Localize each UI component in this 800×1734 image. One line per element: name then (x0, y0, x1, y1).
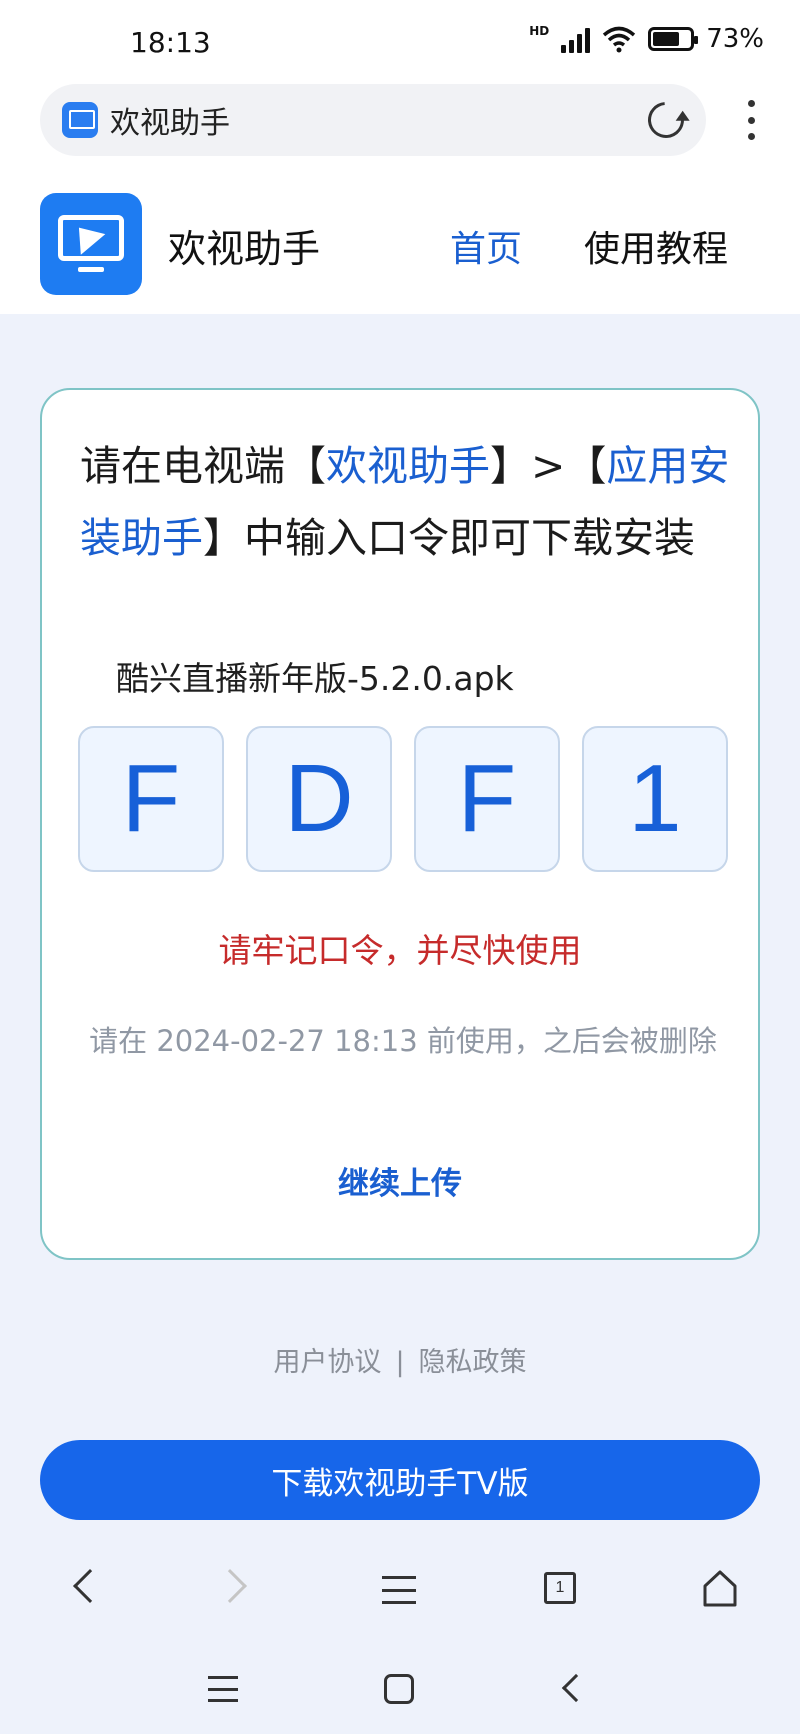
user-agreement-link[interactable]: 用户协议 (273, 1347, 381, 1378)
forward-icon[interactable] (213, 1566, 262, 1614)
system-nav-bar (0, 1640, 800, 1734)
tab-count: 1 (544, 1572, 576, 1604)
back-icon[interactable] (60, 1566, 108, 1614)
code-row: F D F 1 (78, 726, 728, 874)
site-name: 欢视助手 (168, 227, 321, 271)
tabs-icon[interactable]: 1 (536, 1566, 584, 1614)
battery-percent: 73% (706, 24, 764, 54)
nav-tutorial-link[interactable]: 使用教程 (584, 220, 728, 272)
nav-home-link[interactable]: 首页 (450, 220, 522, 272)
system-home-icon[interactable] (378, 1670, 418, 1710)
site-favicon-icon (62, 102, 98, 138)
site-header: 欢视助手 首页 使用教程 (0, 160, 800, 314)
footer-separator: | (395, 1347, 405, 1378)
browser-bar: 欢视助手 (0, 80, 800, 160)
instruction-part: 】>【 (490, 442, 607, 490)
status-time: 18:13 (130, 26, 211, 59)
browser-toolbar: 1 (0, 1540, 800, 1640)
code-char-box: F (78, 726, 224, 872)
code-char-box: 1 (582, 726, 728, 872)
reload-icon[interactable] (640, 94, 692, 146)
instruction-part: 】中输入口令即可下载安装 (203, 514, 695, 562)
battery-icon (648, 27, 699, 51)
network-type: HD (529, 24, 550, 38)
instruction-text: 请在电视端【欢视助手】>【应用安装助手】中输入口令即可下载安装 (80, 430, 730, 574)
instruction-app-name: 欢视助手 (326, 442, 490, 490)
home-icon[interactable] (696, 1566, 744, 1614)
more-icon[interactable] (748, 100, 756, 140)
remember-warning: 请牢记口令，并尽快使用 (218, 931, 582, 970)
code-char-box: D (246, 726, 392, 872)
address-bar-title: 欢视助手 (110, 106, 230, 141)
address-bar[interactable]: 欢视助手 (40, 84, 706, 156)
code-char-box: F (414, 726, 560, 872)
apk-filename: 酷兴直播新年版-5.2.0.apk (116, 659, 514, 698)
instruction-part: 请在电视端【 (80, 442, 326, 490)
system-back-icon[interactable] (552, 1670, 592, 1710)
continue-upload-link[interactable]: 继续上传 (42, 1158, 758, 1203)
expire-notice: 请在 2024-02-27 18:13 前使用，之后会被删除 (89, 1024, 717, 1058)
download-tv-button[interactable]: 下载欢视助手TV版 (40, 1440, 760, 1520)
footer-links: 用户协议 | 隐私政策 (0, 1340, 800, 1379)
recent-apps-icon[interactable] (204, 1670, 244, 1710)
code-card: 请在电视端【欢视助手】>【应用安装助手】中输入口令即可下载安装 酷兴直播新年版-… (40, 388, 760, 1260)
wifi-icon (603, 26, 636, 53)
app-logo[interactable] (40, 193, 142, 295)
privacy-policy-link[interactable]: 隐私政策 (419, 1347, 527, 1378)
signal-icon (561, 25, 591, 53)
menu-icon[interactable] (376, 1566, 424, 1614)
status-bar: 18:13 HD 73% (0, 0, 800, 80)
status-indicators: HD 73% (529, 24, 764, 54)
